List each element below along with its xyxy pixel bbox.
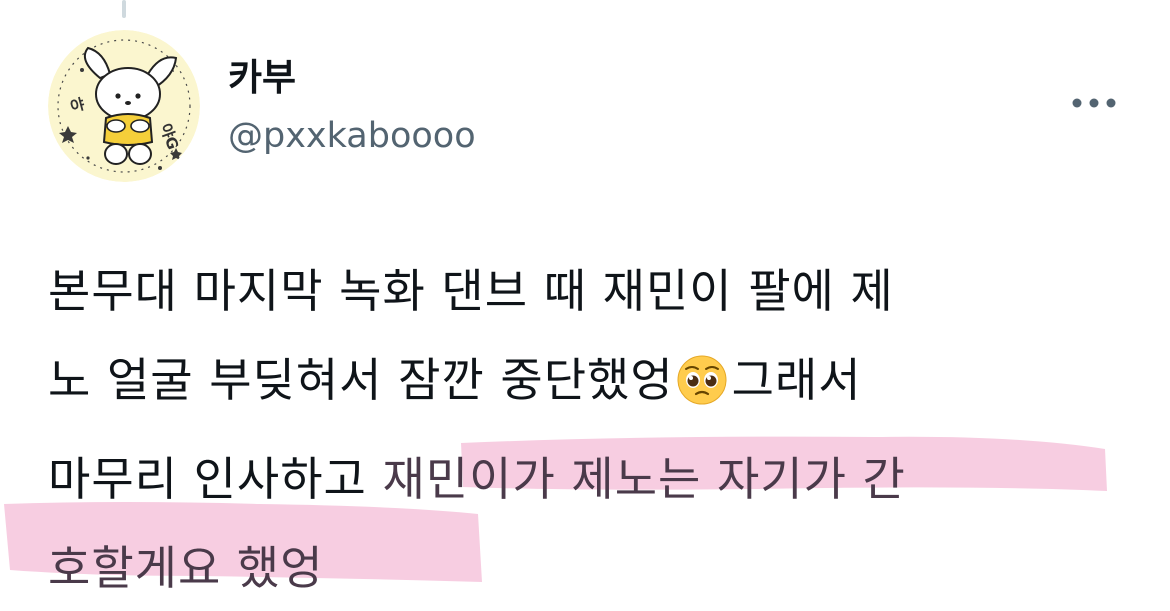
tweet-text-line-3-plain: 마무리 인사하고 <box>48 452 383 506</box>
user-handle[interactable]: @pxxkaboooo <box>228 114 476 158</box>
tweet-text-line-3: 마무리 인사하고 재민이가 제노는 자기가 간 <box>48 435 1138 524</box>
tweet-text: 본무대 마지막 녹화 댄브 때 재민이 팔에 제 노 얼굴 부딪혀서 잠깐 중단… <box>48 247 1138 611</box>
tweet-text-line-2: 노 얼굴 부딪혀서 잠깐 중단했엉 그래서 <box>48 336 1138 435</box>
display-name[interactable]: 카부 <box>228 56 296 100</box>
tweet-text-line-2-end: 그래서 <box>731 353 862 407</box>
tweet-card: 야 야G 카부 @pxxkaboooo 본무대 마지막 녹화 댄브 때 재민이 … <box>0 0 1170 611</box>
pleading-face-emoji <box>676 346 728 435</box>
tweet-text-line-4: 호할게요 했엉 <box>48 541 324 595</box>
tweet-text-line-3-highlighted: 재민이가 제노는 자기가 간 <box>382 452 906 506</box>
tweet-text-line-1: 본무대 마지막 녹화 댄브 때 재민이 팔에 제 <box>48 264 894 318</box>
pochacco-avatar-icon[interactable]: 야 야G <box>48 30 200 182</box>
thread-connector-line <box>122 0 126 18</box>
more-options-icon[interactable] <box>1068 88 1120 118</box>
tweet-text-line-2-start: 노 얼굴 부딪혀서 잠깐 중단했엉 <box>48 353 674 407</box>
